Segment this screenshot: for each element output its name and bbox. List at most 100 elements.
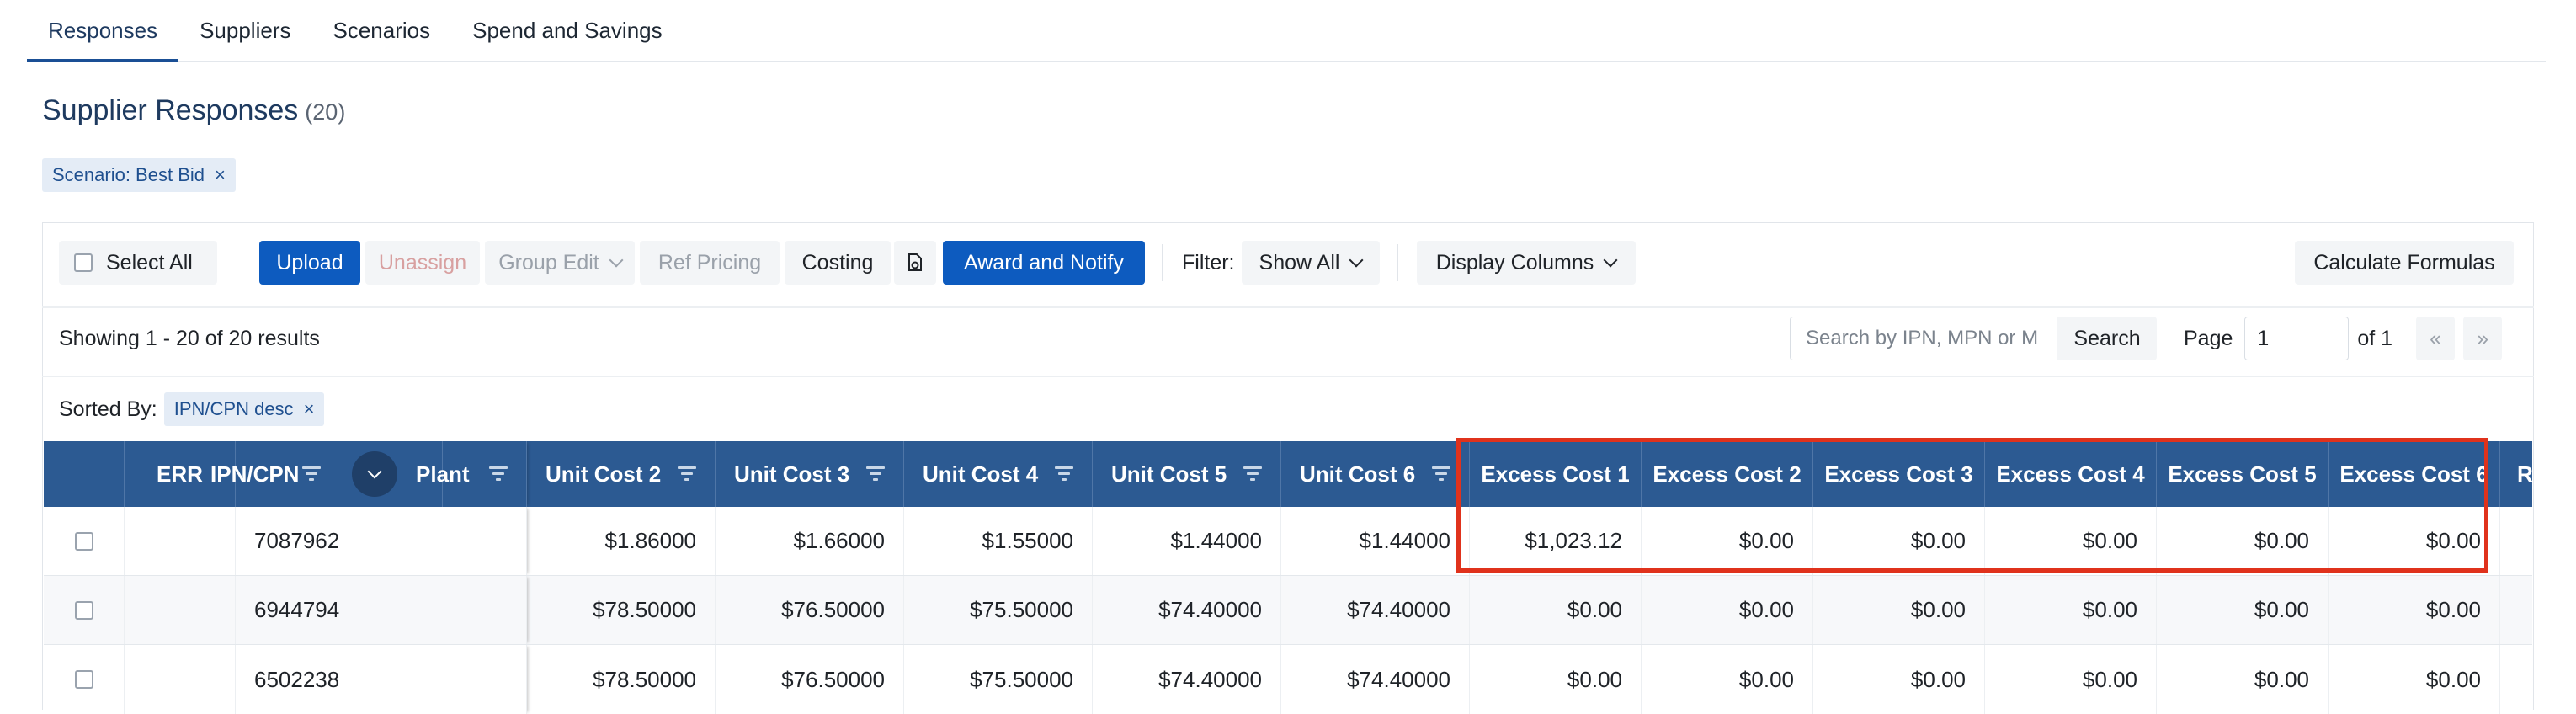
remove-scenario-icon[interactable]: × (215, 164, 226, 186)
excess-cost-5-cell: $0.00 (2157, 576, 2329, 644)
header-unit-cost-4[interactable]: Unit Cost 4 (904, 441, 1093, 507)
prev-page-button[interactable]: « (2416, 317, 2456, 360)
excess-cost-5-cell: $0.00 (2157, 645, 2329, 714)
page-number-input[interactable]: 1 (2244, 317, 2350, 360)
costing-settings-button[interactable] (894, 241, 936, 285)
unit-cost-4-cell: $75.50000 (904, 576, 1093, 644)
row-checkbox[interactable] (74, 531, 93, 551)
header-unit-cost-3-label: Unit Cost 3 (734, 461, 850, 487)
plant-cell (397, 645, 527, 714)
filter-dropdown[interactable]: Show All (1241, 241, 1380, 285)
costing-button[interactable]: Costing (785, 241, 891, 285)
header-unit-cost-5-label: Unit Cost 5 (1111, 461, 1227, 487)
unit-cost-5-cell: $1.44000 (1093, 507, 1281, 575)
filter-icon[interactable] (489, 466, 508, 482)
search-button[interactable]: Search (2057, 317, 2157, 360)
table-row[interactable]: 6944794 $78.50000 $76.50000 $75.50000 $7… (44, 576, 2532, 645)
excess-cost-1-cell: $0.00 (1470, 576, 1642, 644)
group-edit-button[interactable]: Group Edit (485, 241, 635, 285)
header-unit-cost-2-label: Unit Cost 2 (546, 461, 662, 487)
unit-cost-5-cell: $74.40000 (1093, 576, 1281, 644)
header-unit-cost-6-label: Unit Cost 6 (1300, 461, 1416, 487)
page-title-text: Supplier Responses (42, 94, 299, 126)
header-ref[interactable]: Ref (2500, 441, 2532, 507)
filter-value: Show All (1259, 250, 1340, 274)
page-title: Supplier Responses (20) (42, 94, 345, 127)
remove-sort-icon[interactable]: × (304, 398, 315, 420)
filter-icon[interactable] (1243, 466, 1262, 482)
chevron-down-icon (609, 253, 624, 268)
row-select (44, 645, 125, 714)
row-checkbox[interactable] (74, 600, 93, 620)
filter-icon[interactable] (866, 466, 885, 482)
plant-cell (397, 576, 527, 644)
excess-cost-1-cell: $0.00 (1470, 645, 1642, 714)
plant-cell (397, 507, 527, 575)
header-unit-cost-6[interactable]: Unit Cost 6 (1281, 441, 1470, 507)
tab-suppliers[interactable]: Suppliers (178, 0, 311, 61)
excess-cost-6-cell: $0.00 (2329, 576, 2500, 644)
highlight-box (1456, 438, 2488, 573)
unit-cost-2-cell: $78.50000 (527, 645, 716, 714)
header-unit-cost-5[interactable]: Unit Cost 5 (1093, 441, 1281, 507)
excess-cost-6-cell: $0.00 (2329, 645, 2500, 714)
unit-cost-6-cell: $74.40000 (1281, 645, 1470, 714)
search-group: Search by IPN, MPN or M Search (1790, 317, 2157, 360)
scenario-chip: Scenario: Best Bid × (42, 158, 236, 192)
unit-cost-2-cell: $78.50000 (527, 576, 716, 644)
header-select (44, 441, 125, 507)
ipn-cell: 7087962 (236, 507, 397, 575)
err-cell (125, 645, 236, 714)
header-unit-cost-4-label: Unit Cost 4 (923, 461, 1039, 487)
calculate-formulas-button[interactable]: Calculate Formulas (2295, 241, 2514, 285)
chevron-down-icon (367, 464, 382, 479)
tab-scenarios[interactable]: Scenarios (311, 0, 451, 61)
header-plant[interactable]: Plant (397, 441, 527, 507)
unassign-button[interactable]: Unassign (365, 241, 480, 285)
unit-cost-4-cell: $75.50000 (904, 645, 1093, 714)
toolbar-divider (1396, 244, 1398, 281)
filter-icon[interactable] (678, 466, 696, 482)
sort-chip-label: IPN/CPN desc (173, 398, 294, 419)
excess-cost-3-cell: $0.00 (1813, 645, 1985, 714)
ipn-cell: 6944794 (236, 576, 397, 644)
toolbar-divider (1162, 244, 1163, 281)
row-checkbox[interactable] (74, 670, 93, 689)
unit-cost-5-cell: $74.40000 (1093, 645, 1281, 714)
unit-cost-3-cell: $1.66000 (716, 507, 904, 575)
filter-label: Filter: (1182, 250, 1235, 274)
filter-icon[interactable] (1055, 466, 1073, 482)
ref-pricing-button[interactable]: Ref Pricing (640, 241, 780, 285)
header-ref-label: Ref (2517, 461, 2532, 487)
ipn-cell: 6502238 (236, 645, 397, 714)
sort-chip: IPN/CPN desc × (163, 392, 325, 426)
unit-cost-6-cell: $74.40000 (1281, 576, 1470, 644)
sort-menu-button[interactable] (352, 451, 397, 497)
tab-responses[interactable]: Responses (27, 0, 179, 62)
table-row[interactable]: 6502238 $78.50000 $76.50000 $75.50000 $7… (44, 645, 2532, 714)
display-columns-label: Display Columns (1435, 250, 1594, 274)
sorted-by: Sorted By: IPN/CPN desc × (59, 391, 325, 428)
page-total: of 1 (2357, 326, 2393, 350)
filter-icon[interactable] (1432, 466, 1450, 482)
result-count: (20) (305, 99, 346, 125)
select-all-control[interactable]: Select All (59, 241, 217, 285)
select-all-checkbox[interactable] (74, 253, 93, 272)
next-page-button[interactable]: » (2463, 317, 2503, 360)
pagination: Page 1 of 1 « » (2184, 317, 2503, 360)
excess-cost-2-cell: $0.00 (1642, 645, 1813, 714)
row-select (44, 507, 125, 575)
filter-icon[interactable] (302, 466, 321, 482)
tab-spend-and-savings[interactable]: Spend and Savings (451, 0, 684, 61)
upload-button[interactable]: Upload (259, 241, 360, 285)
search-input[interactable]: Search by IPN, MPN or M (1790, 317, 2057, 360)
header-unit-cost-2[interactable]: Unit Cost 2 (527, 441, 716, 507)
header-unit-cost-3[interactable]: Unit Cost 3 (716, 441, 904, 507)
excess-cost-4-cell: $0.00 (1985, 645, 2157, 714)
display-columns-dropdown[interactable]: Display Columns (1416, 241, 1636, 285)
section-divider (42, 306, 2534, 308)
header-ipn-cpn-label: IPN/CPN (210, 461, 300, 487)
results-summary: Showing 1 - 20 of 20 results (59, 327, 320, 350)
chevron-down-icon (1603, 253, 1618, 268)
award-and-notify-button[interactable]: Award and Notify (943, 241, 1145, 285)
